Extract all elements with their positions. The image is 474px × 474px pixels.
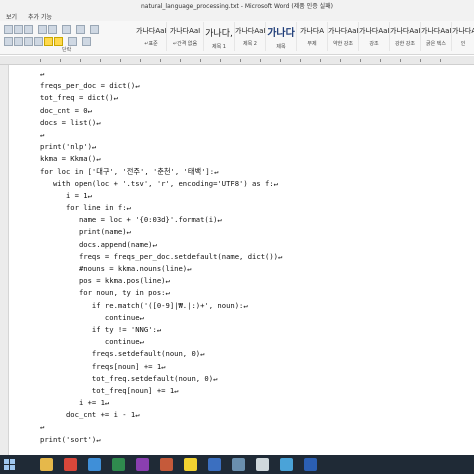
app-icon[interactable] <box>232 458 245 471</box>
align-right-button[interactable] <box>24 37 33 46</box>
document-line[interactable]: kkma = Kkma()↵ <box>40 153 282 165</box>
document-line[interactable]: tot_freq[noun] += 1↵ <box>40 385 282 397</box>
align-left-button[interactable] <box>4 37 13 46</box>
app-icon[interactable] <box>256 458 269 471</box>
document-line[interactable]: print('sort')↵ <box>40 434 282 446</box>
shading-button[interactable] <box>68 37 77 46</box>
document-line[interactable]: #nouns = kkma.nouns(line)↵ <box>40 263 282 275</box>
sort-button[interactable] <box>76 25 85 34</box>
style-heading1[interactable]: 가나다, 제목 1 <box>204 22 235 51</box>
document-line[interactable]: if ty != 'NNG':↵ <box>40 324 282 336</box>
taskbar <box>0 455 474 474</box>
bullets-button[interactable] <box>4 25 13 34</box>
document-line[interactable]: i = 1↵ <box>40 190 282 202</box>
borders-button[interactable] <box>82 37 91 46</box>
windows-start-icon[interactable] <box>4 459 15 470</box>
show-marks-button[interactable] <box>90 25 99 34</box>
increase-indent-button[interactable] <box>48 25 57 34</box>
document-line[interactable]: freqs.setdefault(noun, 0)↵ <box>40 348 282 360</box>
title-bar: natural_language_processing.txt - Micros… <box>0 0 474 10</box>
document-line[interactable]: for line in f:↵ <box>40 202 282 214</box>
document-line[interactable]: freqs = freqs_per_doc.setdefault(name, d… <box>40 251 282 263</box>
onenote-icon[interactable] <box>136 458 149 471</box>
justify-button[interactable] <box>34 37 43 46</box>
app-icon[interactable] <box>208 458 221 471</box>
style-no-spacing[interactable]: 가나다AaI ↵간격 없음 <box>167 22 204 51</box>
style-heading2[interactable]: 가나다AaI 제목 2 <box>235 22 266 51</box>
ribbon: 단락 가나다AaI ↵표준 가나다AaI ↵간격 없음 가나다, 제목 1 가나다Aa… <box>0 21 474 55</box>
menu-addins[interactable]: 추가 기능 <box>28 12 52 21</box>
style-subtle-emphasis[interactable]: 가나다AaI 약한 강조 <box>328 22 359 51</box>
document-line[interactable]: doc_cnt += i - 1↵ <box>40 409 282 421</box>
word-icon[interactable] <box>304 458 317 471</box>
chrome-icon[interactable] <box>64 458 77 471</box>
document-line[interactable]: ↵ <box>40 68 282 80</box>
app-icon[interactable] <box>280 458 293 471</box>
decrease-indent-button[interactable] <box>38 25 47 34</box>
document-line[interactable]: continue↵ <box>40 312 282 324</box>
document-text[interactable]: ↵ freqs_per_doc = dict()↵ tot_freq = dict(… <box>40 68 282 446</box>
ribbon-row-top <box>0 25 136 35</box>
style-normal[interactable]: 가나다AaI ↵표준 <box>136 22 167 51</box>
menu-view[interactable]: 보기 <box>6 12 17 21</box>
distribute-button[interactable] <box>44 37 53 46</box>
app-icon[interactable] <box>160 458 173 471</box>
window-title: natural_language_processing.txt - Micros… <box>140 3 333 10</box>
document-line[interactable]: if re.match('([0-9]|₩.|:)+', noun):↵ <box>40 300 282 312</box>
document-line[interactable]: tot_freq = dict()↵ <box>40 92 282 104</box>
horizontal-ruler[interactable] <box>0 56 474 65</box>
align-center-button[interactable] <box>14 37 23 46</box>
document-line[interactable]: docs.append(name)↵ <box>40 239 282 251</box>
document-line[interactable]: i += 1↵ <box>40 397 282 409</box>
vertical-ruler <box>0 65 9 455</box>
style-emphasis[interactable]: 가나다AaI 강조 <box>359 22 390 51</box>
paragraph-group-label: 단락 <box>62 47 72 53</box>
style-title[interactable]: 가나다 제목 <box>266 22 297 51</box>
style-intense-emphasis[interactable]: 가나다AaI 강한 강조 <box>390 22 421 51</box>
document-line[interactable]: ↵ <box>40 129 282 141</box>
document-line[interactable]: for loc in ['대구', '전주', '춘천', '태백']:↵ <box>40 166 282 178</box>
kakaotalk-icon[interactable] <box>184 458 197 471</box>
line-spacing-button[interactable] <box>54 37 63 46</box>
excel-icon[interactable] <box>112 458 125 471</box>
style-strong[interactable]: 가나다AaI 굵은 텍스 <box>421 22 452 51</box>
document-line[interactable]: print(name)↵ <box>40 226 282 238</box>
folder-icon[interactable] <box>40 458 53 471</box>
document-line[interactable]: doc_cnt = 0↵ <box>40 105 282 117</box>
menu-bar: 보기 추가 기능 <box>0 10 474 21</box>
multilevel-button[interactable] <box>24 25 33 34</box>
document-line[interactable]: freqs_per_doc = dict()↵ <box>40 80 282 92</box>
document-line[interactable]: ↵ <box>40 421 282 433</box>
numbering-button[interactable] <box>14 25 23 34</box>
document-line[interactable]: pos = kkma.pos(line)↵ <box>40 275 282 287</box>
document-line[interactable]: freqs[noun] += 1↵ <box>40 361 282 373</box>
document-line[interactable]: tot_freq.setdefault(noun, 0)↵ <box>40 373 282 385</box>
document-line[interactable]: for noun, ty in pos:↵ <box>40 287 282 299</box>
style-subtitle[interactable]: 가나다A 부제 <box>297 22 328 51</box>
asian-layout-button[interactable] <box>62 25 71 34</box>
document-line[interactable]: with open(loc + '.tsv', 'r', encoding='U… <box>40 178 282 190</box>
media-icon[interactable] <box>88 458 101 471</box>
document-line[interactable]: continue↵ <box>40 336 282 348</box>
document-line[interactable]: docs = list()↵ <box>40 117 282 129</box>
document-line[interactable]: name = loc + '{0:03d}'.format(i)↵ <box>40 214 282 226</box>
style-quote[interactable]: 가나다AaI인 <box>452 22 474 51</box>
document-line[interactable]: print('nlp')↵ <box>40 141 282 153</box>
style-gallery: 가나다AaI ↵표준 가나다AaI ↵간격 없음 가나다, 제목 1 가나다AaI 제목… <box>136 22 474 51</box>
